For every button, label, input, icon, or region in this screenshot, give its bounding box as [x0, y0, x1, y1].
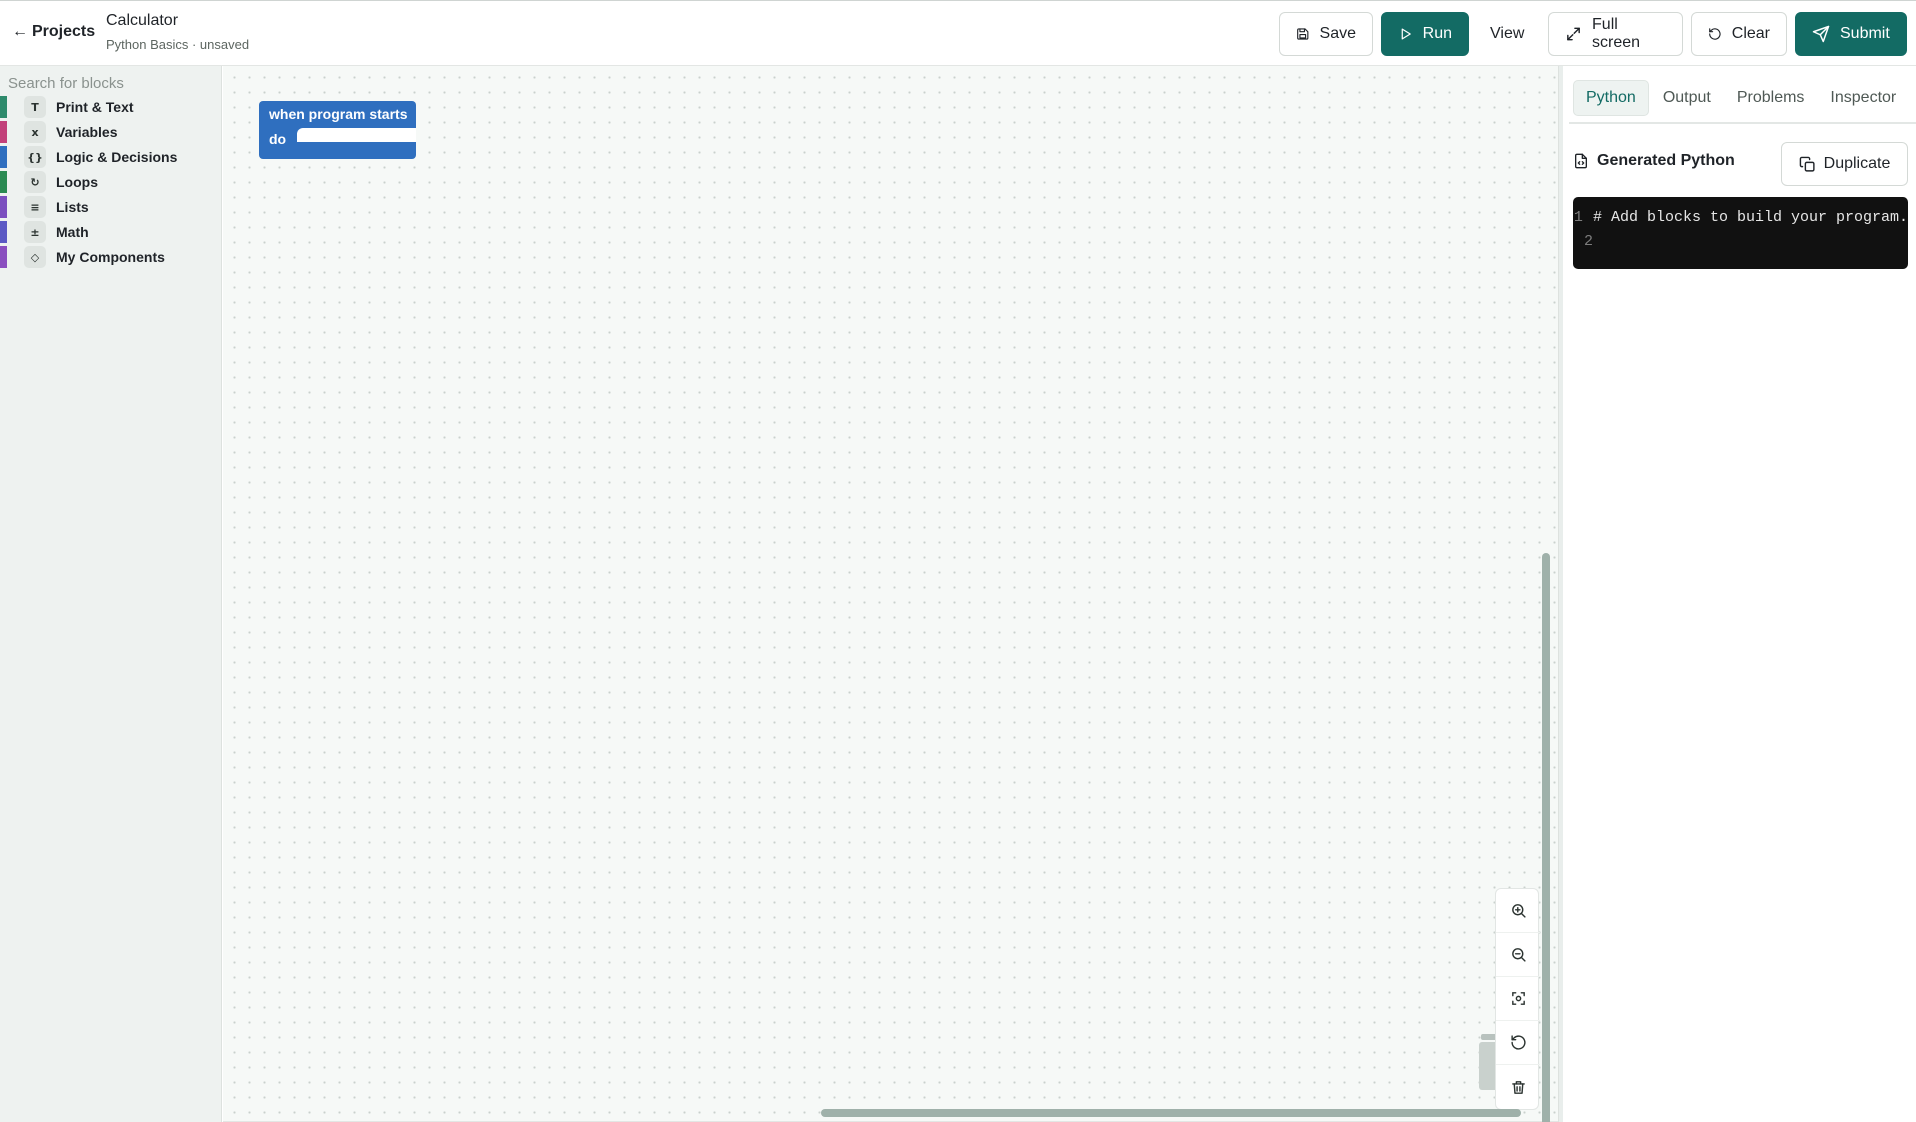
- save-icon: [1297, 28, 1309, 40]
- category-label: Math: [56, 224, 89, 240]
- block-foot: [259, 151, 416, 159]
- category-logic-decisions[interactable]: {} Logic & Decisions: [0, 145, 222, 169]
- code-viewer[interactable]: 1 # Add blocks to build your program. 2: [1573, 197, 1908, 269]
- category-math[interactable]: ± Math: [0, 220, 222, 244]
- variable-icon: x: [24, 121, 46, 143]
- braces-icon: {}: [24, 146, 46, 168]
- reset-icon: [1510, 1035, 1526, 1050]
- category-color-swatch: [0, 121, 7, 143]
- list-icon: ≡: [24, 196, 46, 218]
- line-number: 1: [1573, 209, 1583, 226]
- tab-inspector[interactable]: Inspector: [1818, 80, 1908, 116]
- zoom-controls: [1495, 888, 1540, 1110]
- clear-label: Clear: [1731, 25, 1770, 42]
- save-label: Save: [1319, 25, 1356, 42]
- recenter-icon: [1511, 992, 1525, 1005]
- tab-problems[interactable]: Problems: [1725, 80, 1817, 116]
- category-label: My Components: [56, 249, 165, 265]
- block-toolbox: T Print & Text x Variables {} Logic & De…: [0, 66, 222, 1122]
- block-hat-label: when program starts: [259, 101, 416, 128]
- block-workspace[interactable]: when program starts do: [223, 66, 1558, 1122]
- copy-icon: [1799, 156, 1815, 172]
- category-color-swatch: [0, 146, 7, 168]
- view-label: View: [1490, 25, 1525, 42]
- category-color-swatch: [0, 246, 7, 268]
- category-lists[interactable]: ≡ Lists: [0, 195, 222, 219]
- when-program-starts-block[interactable]: when program starts do: [259, 101, 416, 159]
- play-icon: [1401, 28, 1411, 40]
- category-variables[interactable]: x Variables: [0, 120, 222, 144]
- back-link-label: Projects: [32, 23, 96, 40]
- generated-python-heading: Generated Python: [1573, 152, 1735, 170]
- block-statement-slot[interactable]: [297, 128, 416, 142]
- reset-view-button[interactable]: [1496, 1021, 1540, 1065]
- expand-icon: [1567, 27, 1580, 41]
- top-bar: ← Projects Calculator Python Basics · un…: [0, 0, 1916, 66]
- save-button[interactable]: Save: [1279, 12, 1373, 56]
- zoom-out-button[interactable]: [1496, 933, 1540, 977]
- workspace-horizontal-scrollbar[interactable]: [821, 1109, 1521, 1117]
- recenter-button[interactable]: [1496, 977, 1540, 1021]
- block-search-input[interactable]: [8, 72, 208, 94]
- project-subtitle: Python Basics · unsaved: [106, 37, 250, 52]
- zoom-in-button[interactable]: [1496, 889, 1540, 933]
- category-label: Logic & Decisions: [56, 149, 178, 165]
- category-print-text[interactable]: T Print & Text: [0, 95, 222, 119]
- project-title: Calculator: [106, 12, 179, 29]
- duplicate-button[interactable]: Duplicate: [1781, 142, 1908, 186]
- file-code-icon: [1575, 153, 1587, 169]
- trash-icon: [1511, 1080, 1525, 1094]
- clear-button[interactable]: Clear: [1691, 12, 1787, 56]
- line-text: # Add blocks to build your program.: [1592, 209, 1908, 226]
- diamond-icon: ◇: [24, 246, 46, 268]
- run-label: Run: [1422, 25, 1452, 42]
- category-color-swatch: [0, 196, 7, 218]
- duplicate-label: Duplicate: [1823, 155, 1891, 172]
- category-label: Lists: [56, 199, 89, 215]
- plus-minus-icon: ±: [24, 221, 46, 243]
- line-number: 2: [1583, 233, 1593, 250]
- arrow-left-icon: ←: [12, 23, 28, 40]
- category-label: Print & Text: [56, 99, 134, 115]
- view-button[interactable]: View: [1474, 12, 1542, 56]
- submit-label: Submit: [1840, 25, 1890, 42]
- category-color-swatch: [0, 96, 7, 118]
- loop-icon: ↻: [24, 171, 46, 193]
- fullscreen-label: Full screen: [1592, 16, 1641, 51]
- rotate-ccw-icon: [1709, 28, 1721, 40]
- category-my-components[interactable]: ◇ My Components: [0, 245, 222, 269]
- back-to-projects-link[interactable]: ← Projects: [12, 23, 95, 41]
- tab-python[interactable]: Python: [1573, 80, 1649, 116]
- zoom-out-icon: [1511, 948, 1526, 962]
- submit-button[interactable]: Submit: [1795, 12, 1907, 56]
- category-label: Variables: [56, 124, 118, 140]
- code-line: 2: [1573, 233, 1908, 257]
- zoom-in-icon: [1511, 904, 1526, 918]
- category-color-swatch: [0, 171, 7, 193]
- right-panel: Python Output Problems Inspector Generat…: [1563, 66, 1916, 1122]
- panel-tabs: Python Output Problems Inspector: [1569, 74, 1916, 124]
- send-icon: [1812, 25, 1830, 43]
- category-color-swatch: [0, 221, 7, 243]
- text-icon: T: [24, 96, 46, 118]
- tab-output[interactable]: Output: [1651, 80, 1723, 116]
- fullscreen-button[interactable]: Full screen: [1548, 12, 1683, 56]
- workspace-vertical-scrollbar[interactable]: [1542, 553, 1550, 1122]
- run-button[interactable]: Run: [1381, 12, 1469, 56]
- code-line: 1 # Add blocks to build your program.: [1573, 209, 1908, 233]
- block-do-label: do: [269, 131, 287, 147]
- category-label: Loops: [56, 174, 98, 190]
- app-root: ← Projects Calculator Python Basics · un…: [0, 0, 1916, 1122]
- section-title: Generated Python: [1597, 152, 1735, 169]
- category-loops[interactable]: ↻ Loops: [0, 170, 222, 194]
- delete-all-button[interactable]: [1496, 1065, 1540, 1109]
